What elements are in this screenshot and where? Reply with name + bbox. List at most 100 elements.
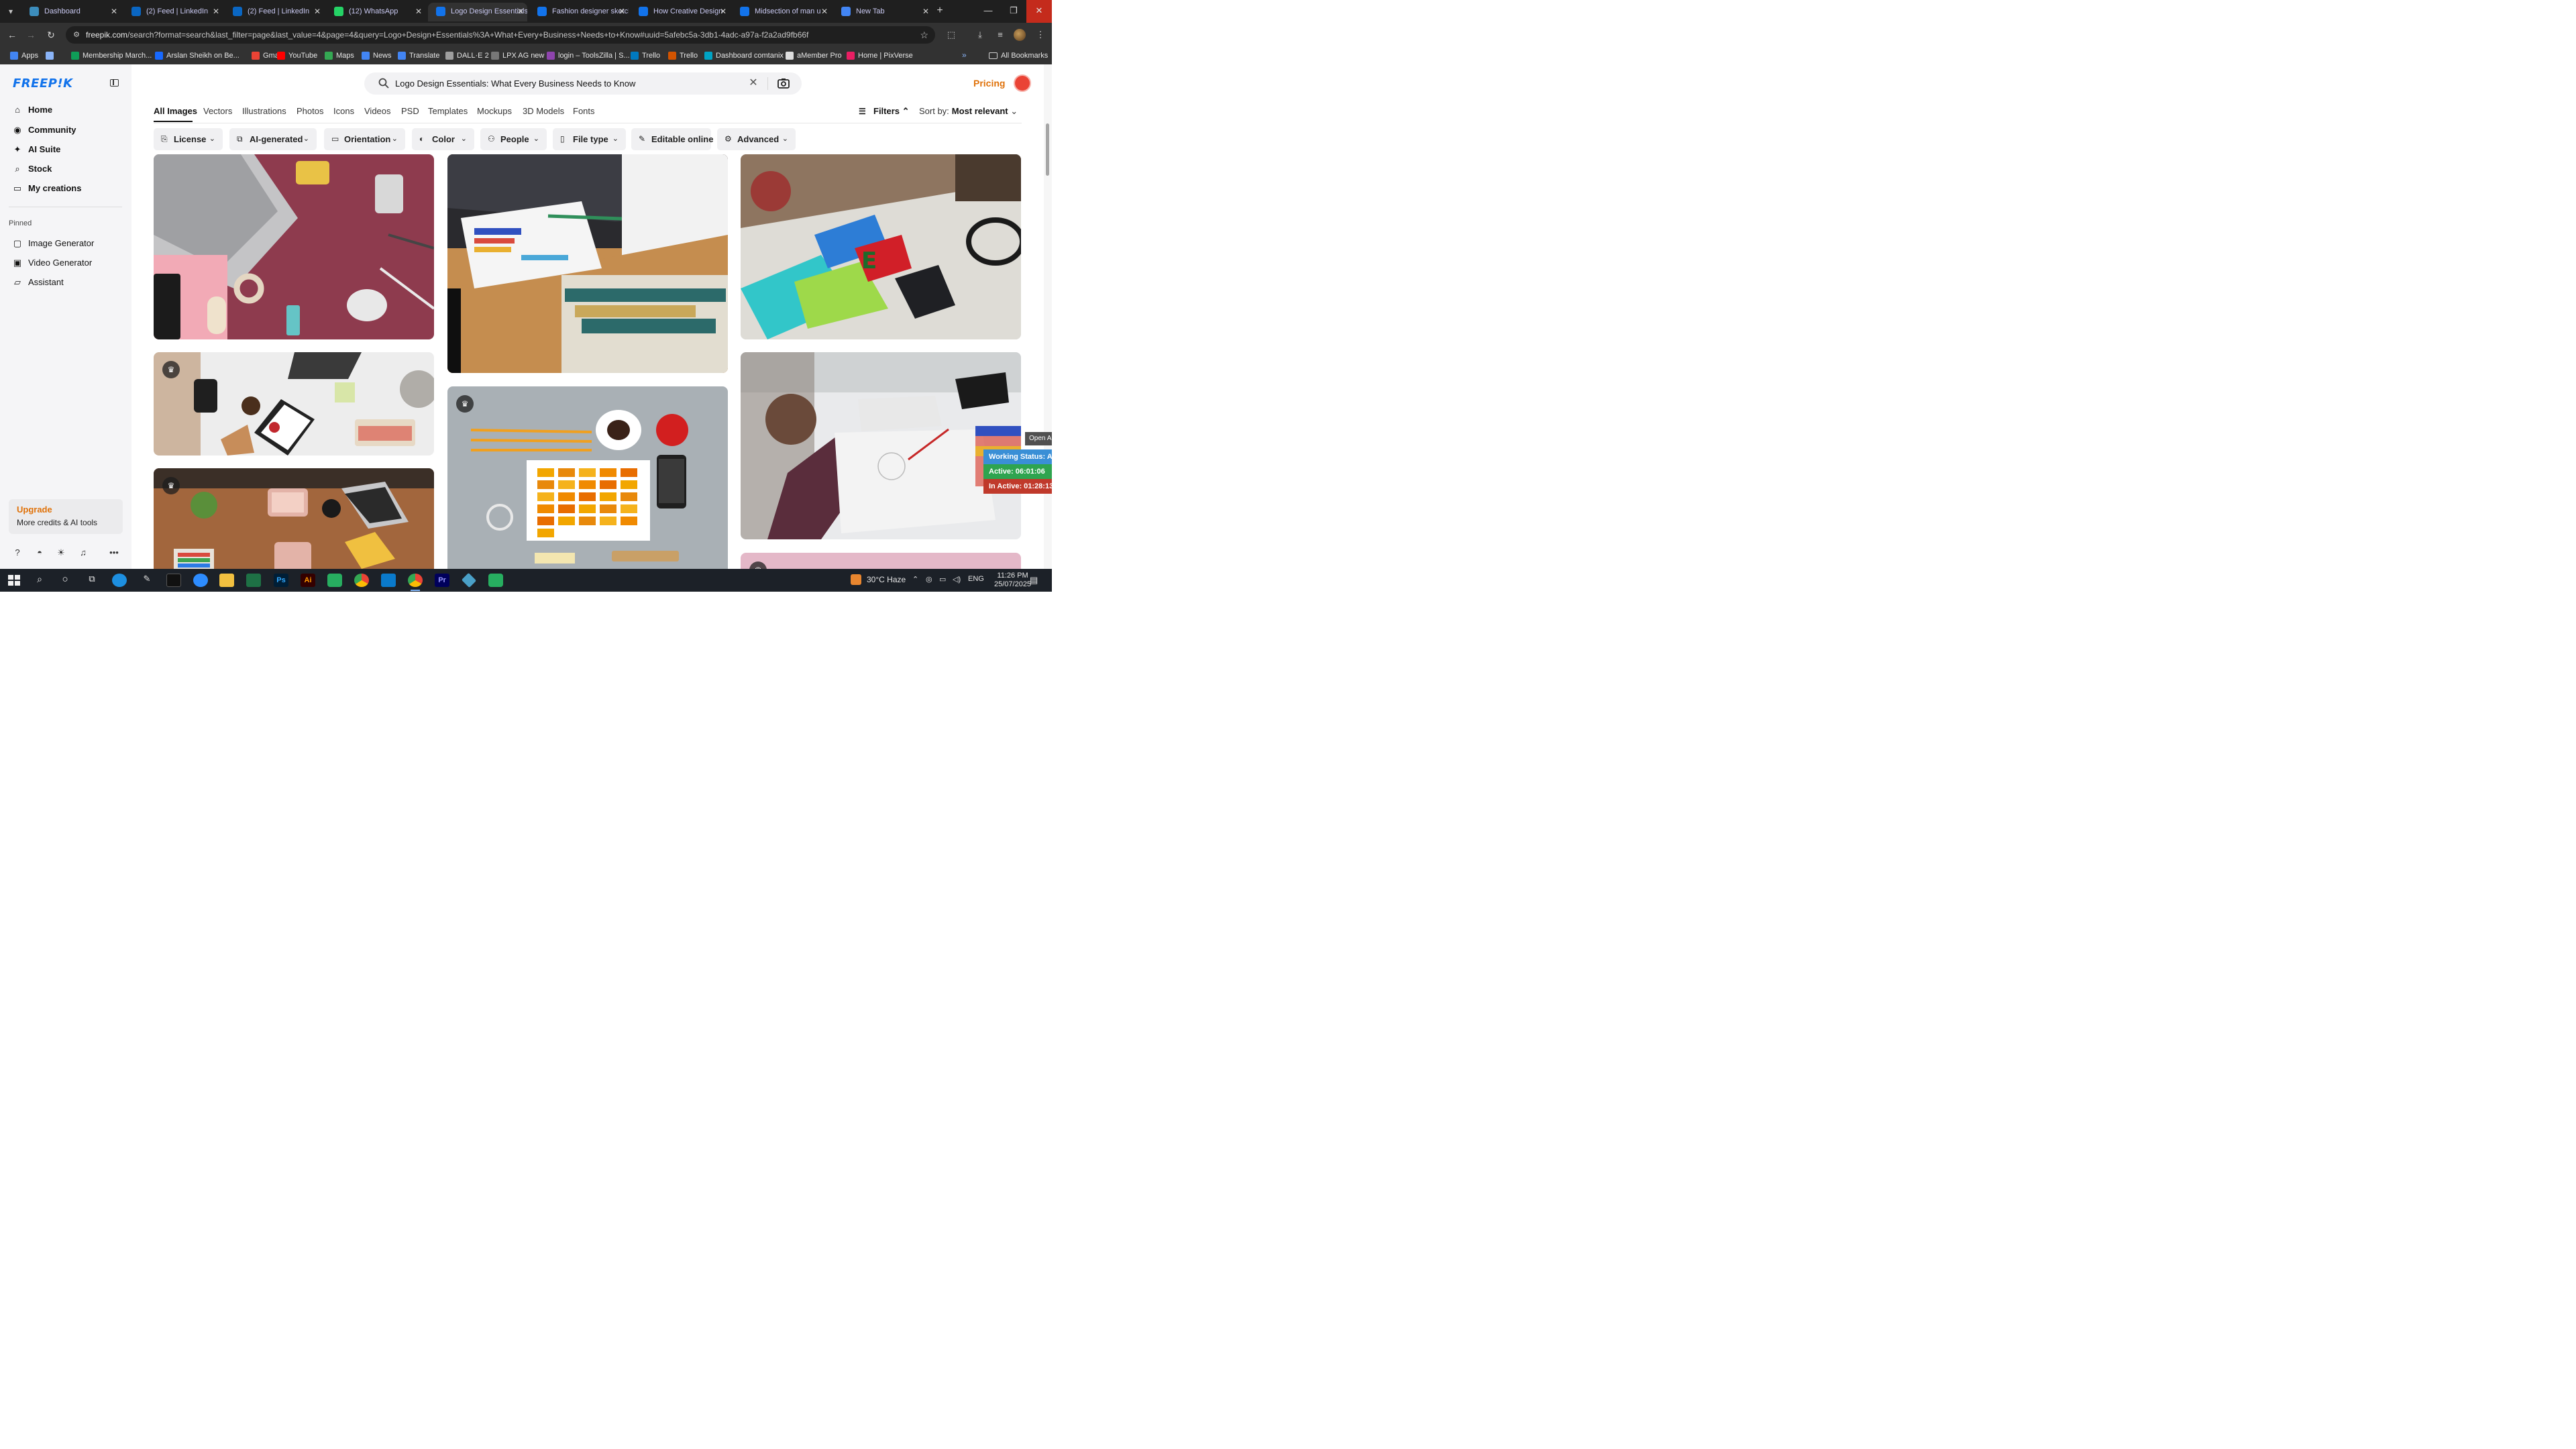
filter-file-type[interactable]: ▯ File type ⌄: [553, 128, 626, 150]
tab-icons[interactable]: Icons: [333, 106, 354, 116]
illustrator-icon[interactable]: Ai: [301, 574, 315, 587]
extensions-icon[interactable]: ⬚: [945, 29, 957, 41]
close-tab-icon[interactable]: ✕: [819, 3, 830, 20]
tab-3d-models[interactable]: 3D Models: [523, 106, 564, 116]
network-icon[interactable]: ▭: [939, 575, 946, 584]
reload-icon[interactable]: ↻: [44, 28, 58, 42]
browser-tab[interactable]: Midsection of man u ✕: [732, 3, 831, 21]
tab-mockups[interactable]: Mockups: [477, 106, 512, 116]
browser-tab[interactable]: Logo Design Essentials ✕: [428, 3, 527, 21]
site-info-icon[interactable]: ⚙: [71, 30, 82, 40]
language-indicator[interactable]: ENG: [968, 575, 984, 583]
edge-icon[interactable]: [112, 574, 127, 587]
bookmark-item[interactable]: Home | PixVerse: [847, 50, 913, 61]
bookmark-item[interactable]: Maps: [325, 50, 354, 61]
freepik-logo[interactable]: FREEP!K: [13, 76, 73, 91]
tab-videos[interactable]: Videos: [364, 106, 391, 116]
image-tile[interactable]: ♛: [154, 468, 434, 569]
restore-button[interactable]: ❐: [1001, 0, 1026, 23]
diamond-app-icon[interactable]: [461, 572, 477, 588]
browser-tab[interactable]: (2) Feed | LinkedIn ✕: [123, 3, 223, 21]
all-bookmarks-button[interactable]: All Bookmarks: [989, 50, 1048, 61]
browser-tab[interactable]: (2) Feed | LinkedIn ✕: [225, 3, 324, 21]
tab-all-images[interactable]: All Images: [154, 106, 197, 116]
theme-icon[interactable]: ☀: [56, 547, 66, 558]
user-avatar[interactable]: [1014, 74, 1031, 92]
bookmark-item[interactable]: Trello: [631, 50, 660, 61]
tab-photos[interactable]: Photos: [297, 106, 323, 116]
clear-search-icon[interactable]: ✕: [747, 76, 760, 90]
close-tab-icon[interactable]: ✕: [515, 3, 526, 20]
windows-start-icon[interactable]: [7, 574, 21, 587]
terminal-icon[interactable]: [166, 574, 181, 587]
more-icon[interactable]: •••: [109, 547, 119, 558]
scroll-thumb[interactable]: [1046, 123, 1049, 176]
pen-icon[interactable]: ✎: [140, 574, 154, 587]
tab-search-icon[interactable]: ▾: [4, 5, 17, 17]
photoshop-icon[interactable]: Ps: [274, 574, 288, 587]
close-tab-icon[interactable]: ✕: [616, 3, 627, 20]
tab-templates[interactable]: Templates: [428, 106, 468, 116]
bookmark-item[interactable]: LPX AG new: [491, 50, 544, 61]
sidebar-item-home[interactable]: ⌂ Home: [12, 102, 122, 118]
time-tracker-widget[interactable]: Open A Working Status: Active Active: 06…: [983, 432, 1052, 494]
upgrade-card[interactable]: Upgrade More credits & AI tools: [9, 499, 123, 534]
minimize-button[interactable]: —: [975, 0, 1001, 23]
search-icon[interactable]: ⌕: [32, 574, 47, 587]
filter-ai-generated[interactable]: ⧉ AI-generated ⌄: [229, 128, 317, 150]
filter-people[interactable]: ⚇ People ⌄: [480, 128, 547, 150]
address-bar[interactable]: ⚙ freepik.com/search?format=search&last_…: [66, 26, 935, 44]
close-tab-icon[interactable]: ✕: [109, 3, 119, 20]
tray-chevron-icon[interactable]: ⌃: [912, 575, 918, 584]
new-tab-button[interactable]: +: [934, 4, 946, 17]
image-tile[interactable]: ♛: [741, 553, 1021, 569]
volume-icon[interactable]: ◁): [953, 575, 961, 584]
filter-orientation[interactable]: ▭ Orientation ⌄: [324, 128, 405, 150]
sort-dropdown[interactable]: Sort by: Most relevant ⌄: [919, 106, 1018, 117]
sidebar-pinned-video-generator[interactable]: ▣ Video Generator: [12, 255, 122, 271]
filters-button[interactable]: ☰ Filters ⌃: [859, 106, 910, 117]
sidebar-item-stock[interactable]: ⌕ Stock: [12, 161, 122, 177]
bookmark-item[interactable]: Trello: [668, 50, 698, 61]
tab-psd[interactable]: PSD: [401, 106, 419, 116]
browser-tab[interactable]: Dashboard ✕: [21, 3, 121, 21]
weather-widget[interactable]: 30°C Haze: [851, 574, 906, 585]
bookmark-item[interactable]: News: [362, 50, 392, 61]
help-icon[interactable]: ?: [12, 547, 23, 558]
more-bookmarks-icon[interactable]: »: [962, 50, 967, 60]
bookmark-item[interactable]: Apps: [10, 50, 38, 61]
filter-license[interactable]: ⎘ License ⌄: [154, 128, 223, 150]
browser-tab[interactable]: How Creative Design ✕: [631, 3, 730, 21]
media-control-icon[interactable]: ≡: [994, 29, 1006, 41]
tray-app-icon[interactable]: ◎: [926, 575, 932, 584]
bell-icon[interactable]: ♫: [78, 547, 89, 558]
bookmark-item[interactable]: Membership March...: [71, 50, 152, 61]
filter-color[interactable]: ◐ Color ⌄: [412, 128, 474, 150]
search-input[interactable]: [395, 72, 744, 95]
download-icon[interactable]: ⤓: [974, 29, 986, 41]
close-tab-icon[interactable]: ✕: [211, 3, 221, 20]
zoom-icon[interactable]: [193, 574, 208, 587]
premiere-icon[interactable]: Pr: [435, 574, 449, 587]
filter-editable-online[interactable]: ✎ Editable online: [631, 128, 713, 150]
bookmark-star-icon[interactable]: ☆: [920, 29, 928, 41]
sidebar-pinned-assistant[interactable]: ▱ Assistant: [12, 274, 122, 290]
chrome-menu-icon[interactable]: ⋮: [1034, 29, 1046, 41]
profile-avatar[interactable]: [1014, 29, 1026, 41]
chrome-active-icon[interactable]: [408, 574, 423, 587]
sidebar-item-ai-suite[interactable]: ✦ AI Suite: [12, 142, 122, 158]
vscode-icon[interactable]: [381, 574, 396, 587]
close-tab-icon[interactable]: ✕: [312, 3, 323, 20]
task-view-icon[interactable]: ⧉: [85, 574, 99, 587]
excel-icon[interactable]: [246, 574, 261, 587]
bookmark-item[interactable]: Arslan Sheikh on Be...: [155, 50, 239, 61]
tab-illustrations[interactable]: Illustrations: [242, 106, 286, 116]
tab-vectors[interactable]: Vectors: [203, 106, 232, 116]
image-tile[interactable]: [447, 154, 728, 373]
green-app-2-icon[interactable]: [488, 574, 503, 587]
discord-icon[interactable]: ◓: [34, 547, 45, 558]
image-tile[interactable]: ♛: [447, 386, 728, 569]
back-icon[interactable]: ←: [5, 28, 19, 42]
bookmark-item[interactable]: Dashboard comtanix: [704, 50, 784, 61]
close-tab-icon[interactable]: ✕: [413, 3, 424, 20]
